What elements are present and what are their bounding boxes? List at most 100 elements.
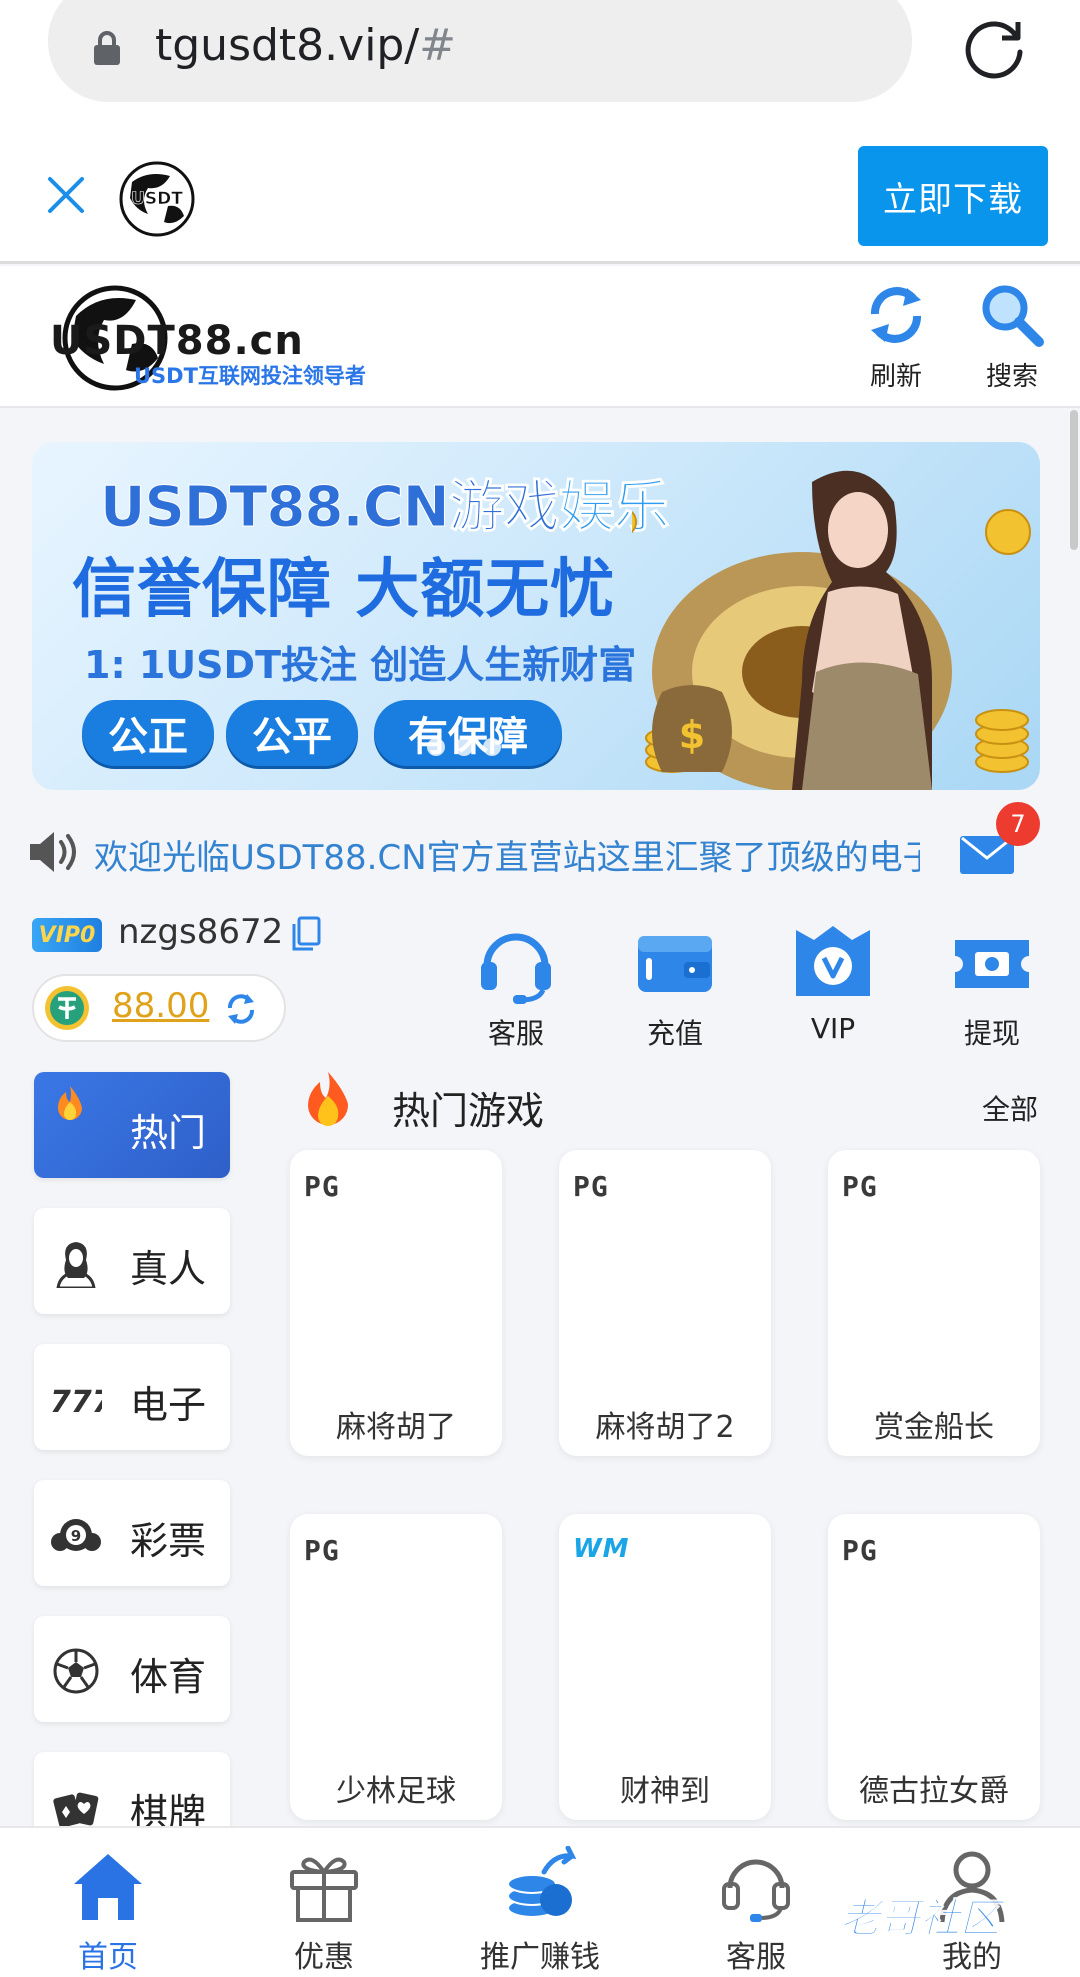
game-provider-logo: WM <box>573 1534 630 1564</box>
banner-headline: USDT88.CN游戏娱乐 <box>100 462 671 543</box>
playing-cards-icon <box>53 1792 99 1828</box>
banner-slogan: 信誉保障 大额无忧 <box>72 553 616 627</box>
game-provider-logo: PG <box>304 1170 340 1203</box>
usdt-logo-icon: USDT <box>119 161 195 237</box>
game-card[interactable]: PG 麻将胡了 <box>290 1150 502 1456</box>
svg-text:9: 9 <box>71 1527 81 1545</box>
soccer-ball-icon <box>53 1648 99 1694</box>
refresh-button[interactable]: 刷新 <box>846 280 946 400</box>
game-card[interactable]: PG 德古拉女爵 <box>828 1514 1040 1820</box>
game-card[interactable]: PG 少林足球 <box>290 1514 502 1820</box>
category-label: 真人 <box>130 1247 207 1291</box>
category-lottery[interactable]: 9 彩票 <box>34 1480 230 1586</box>
game-provider-logo: PG <box>842 1170 878 1203</box>
copy-icon[interactable] <box>290 916 322 952</box>
promo-banner[interactable]: USDT88.CN游戏娱乐 信誉保障 大额无忧 1: 1USDT投注 创造人生新… <box>32 442 1040 790</box>
browser-toolbar: tgusdt8.vip/# <box>0 0 1080 140</box>
balance-pill: 88.00 <box>32 974 286 1042</box>
nav-home[interactable]: 首页 <box>18 1846 198 1976</box>
category-label: 彩票 <box>130 1519 207 1563</box>
game-card[interactable]: PG 麻将胡了2 <box>559 1150 771 1456</box>
close-icon[interactable] <box>44 173 88 217</box>
url-text[interactable]: tgusdt8.vip/# <box>155 20 456 71</box>
balance-amount[interactable]: 88.00 <box>112 986 209 1026</box>
wallet-icon <box>638 936 712 992</box>
banner-chip: 有保障 <box>374 700 562 766</box>
site-logo[interactable]: USDT88.cn USDT互联网投注领导者 <box>30 276 390 400</box>
headset-icon <box>481 933 551 1004</box>
notice-marquee[interactable]: 欢迎光临USDT88.CN官方直营站这里汇聚了顶级的电子 7 <box>0 800 1080 900</box>
home-icon <box>74 1854 142 1920</box>
search-button[interactable]: 搜索 <box>962 280 1062 400</box>
headset-icon <box>722 1859 790 1922</box>
dealer-icon <box>56 1242 96 1288</box>
game-provider-logo: PG <box>573 1170 609 1203</box>
game-card[interactable]: PG 赏金船长 <box>828 1150 1040 1456</box>
quick-action-label: 充值 <box>646 1017 703 1050</box>
slot-777-icon: 777 <box>50 1385 102 1420</box>
balance-refresh-icon[interactable] <box>222 990 260 1028</box>
app-download-banner: USDT 立即下载 <box>0 140 1080 264</box>
game-provider-logo: PG <box>304 1534 340 1567</box>
banner-logo-text: USDT <box>131 189 183 209</box>
lottery-ball-icon: 9 <box>51 1519 101 1551</box>
fire-icon <box>58 1086 82 1120</box>
game-name: 财神到 <box>620 1774 710 1809</box>
view-all-link[interactable]: 全部 <box>982 1088 1038 1128</box>
unread-badge: 7 <box>996 802 1040 846</box>
bottom-navigation: 首页 优惠 推广赚钱 客服 我的 老哥社区 <box>0 1826 1080 1977</box>
site-logo-title: USDT88.cn <box>50 318 304 364</box>
banner-tagline: 1: 1USDT投注 创造人生新财富 <box>84 643 637 687</box>
category-sports[interactable]: 体育 <box>34 1616 230 1722</box>
game-name: 麻将胡了 <box>336 1410 456 1445</box>
category-slots[interactable]: 777 电子 <box>34 1344 230 1450</box>
site-header: USDT88.cn USDT互联网投注领导者 刷新 搜索 <box>0 266 1080 408</box>
game-name: 赏金船长 <box>874 1410 994 1445</box>
section-title: 热门游戏 <box>392 1089 545 1133</box>
notice-text: 欢迎光临USDT88.CN官方直营站这里汇聚了顶级的电子 <box>94 838 920 878</box>
category-hot[interactable]: 热门 <box>34 1072 230 1178</box>
reload-icon[interactable] <box>958 12 1030 84</box>
game-name: 少林足球 <box>336 1774 456 1809</box>
banner-chip: 公正 <box>82 700 214 766</box>
vip-button[interactable]: VIP <box>783 920 883 1045</box>
withdraw-button[interactable]: 提现 <box>942 920 1042 1052</box>
usdt-coin-icon <box>45 986 89 1030</box>
download-app-button[interactable]: 立即下载 <box>858 146 1048 246</box>
svg-text:777: 777 <box>50 1385 102 1420</box>
game-provider-logo: PG <box>842 1534 878 1567</box>
category-label: 热门 <box>130 1111 207 1155</box>
banner-chip: 公平 <box>226 700 358 766</box>
carousel-indicator[interactable] <box>427 738 501 756</box>
nav-customer-service[interactable]: 客服 <box>666 1846 846 1976</box>
game-card[interactable]: WM 财神到 <box>559 1514 771 1820</box>
lock-icon <box>94 31 120 65</box>
refresh-label: 刷新 <box>869 362 922 392</box>
quick-action-label: VIP <box>810 1012 856 1045</box>
vip-shield-icon <box>796 926 870 996</box>
category-label: 体育 <box>130 1655 207 1699</box>
nav-label: 客服 <box>726 1940 786 1975</box>
quick-action-label: 客服 <box>487 1017 544 1050</box>
ticket-icon <box>955 940 1029 988</box>
refresh-icon <box>871 287 921 343</box>
nav-label: 首页 <box>78 1940 138 1975</box>
username: nzgs8672 <box>118 912 284 952</box>
category-live[interactable]: 真人 <box>34 1208 230 1314</box>
deposit-button[interactable]: 充值 <box>625 920 725 1052</box>
game-name: 德古拉女爵 <box>859 1774 1009 1809</box>
coins-share-icon <box>507 1846 577 1918</box>
search-label: 搜索 <box>985 362 1038 392</box>
svg-text:$: $ <box>679 713 705 757</box>
url-host: tgusdt8.vip/ <box>155 20 420 71</box>
watermark-text: 老哥社区 <box>840 1896 1001 1943</box>
game-name: 麻将胡了2 <box>595 1410 735 1445</box>
nav-referral[interactable]: 推广赚钱 <box>450 1846 630 1976</box>
category-label: 电子 <box>130 1383 207 1427</box>
banner-headline-main: USDT88.CN游戏 <box>100 475 561 541</box>
quick-action-label: 提现 <box>963 1017 1020 1050</box>
nav-promotions[interactable]: 优惠 <box>234 1846 414 1976</box>
page-scrollbar[interactable] <box>1070 410 1078 550</box>
customer-service-button[interactable]: 客服 <box>466 920 566 1052</box>
fire-icon <box>308 1072 349 1126</box>
